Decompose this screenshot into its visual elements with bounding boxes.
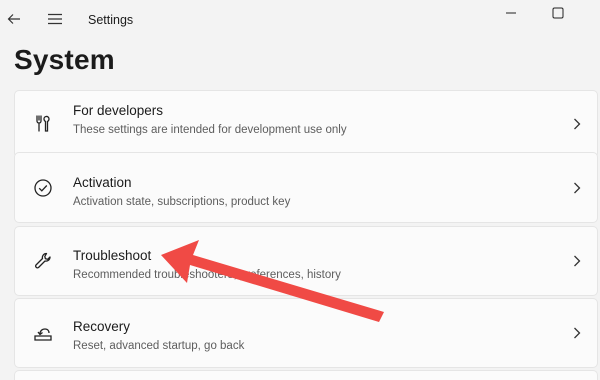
title-bar: Settings [0,0,600,44]
app-title: Settings [88,13,134,27]
chevron-right-icon [571,326,583,340]
recovery-title: Recovery [73,319,131,334]
activation-description: Activation state, subscriptions, product… [73,196,291,208]
recovery-description: Reset, advanced startup, go back [73,340,245,352]
activation-title: Activation [73,175,132,190]
for-developers-title: For developers [73,103,164,118]
chevron-right-icon [571,181,583,195]
page-title: System [14,44,115,75]
maximize-icon [552,7,564,19]
chevron-right-icon [571,254,583,268]
back-arrow-icon [7,14,20,24]
check-circle-icon [32,177,54,199]
recovery-card[interactable]: Recovery Reset, advanced startup, go bac… [14,298,598,368]
for-developers-card[interactable]: For developers These settings are intend… [14,90,598,158]
for-developers-description: These settings are intended for developm… [73,124,347,136]
minimize-button[interactable] [496,2,526,24]
chevron-right-icon [571,117,583,131]
activation-card[interactable]: Activation Activation state, subscriptio… [14,152,598,223]
troubleshoot-card[interactable]: Troubleshoot Recommended troubleshooters… [14,226,598,296]
back-button[interactable] [3,8,25,30]
navigation-menu-button[interactable] [44,8,66,30]
hamburger-menu-icon [48,13,62,25]
wrench-icon [32,250,54,272]
recovery-icon [32,322,54,344]
minimize-icon [506,12,516,14]
developer-tools-icon [32,113,54,135]
maximize-button[interactable] [543,2,573,24]
troubleshoot-title: Troubleshoot [73,248,152,263]
troubleshoot-description: Recommended troubleshooters, preferences… [73,269,341,281]
